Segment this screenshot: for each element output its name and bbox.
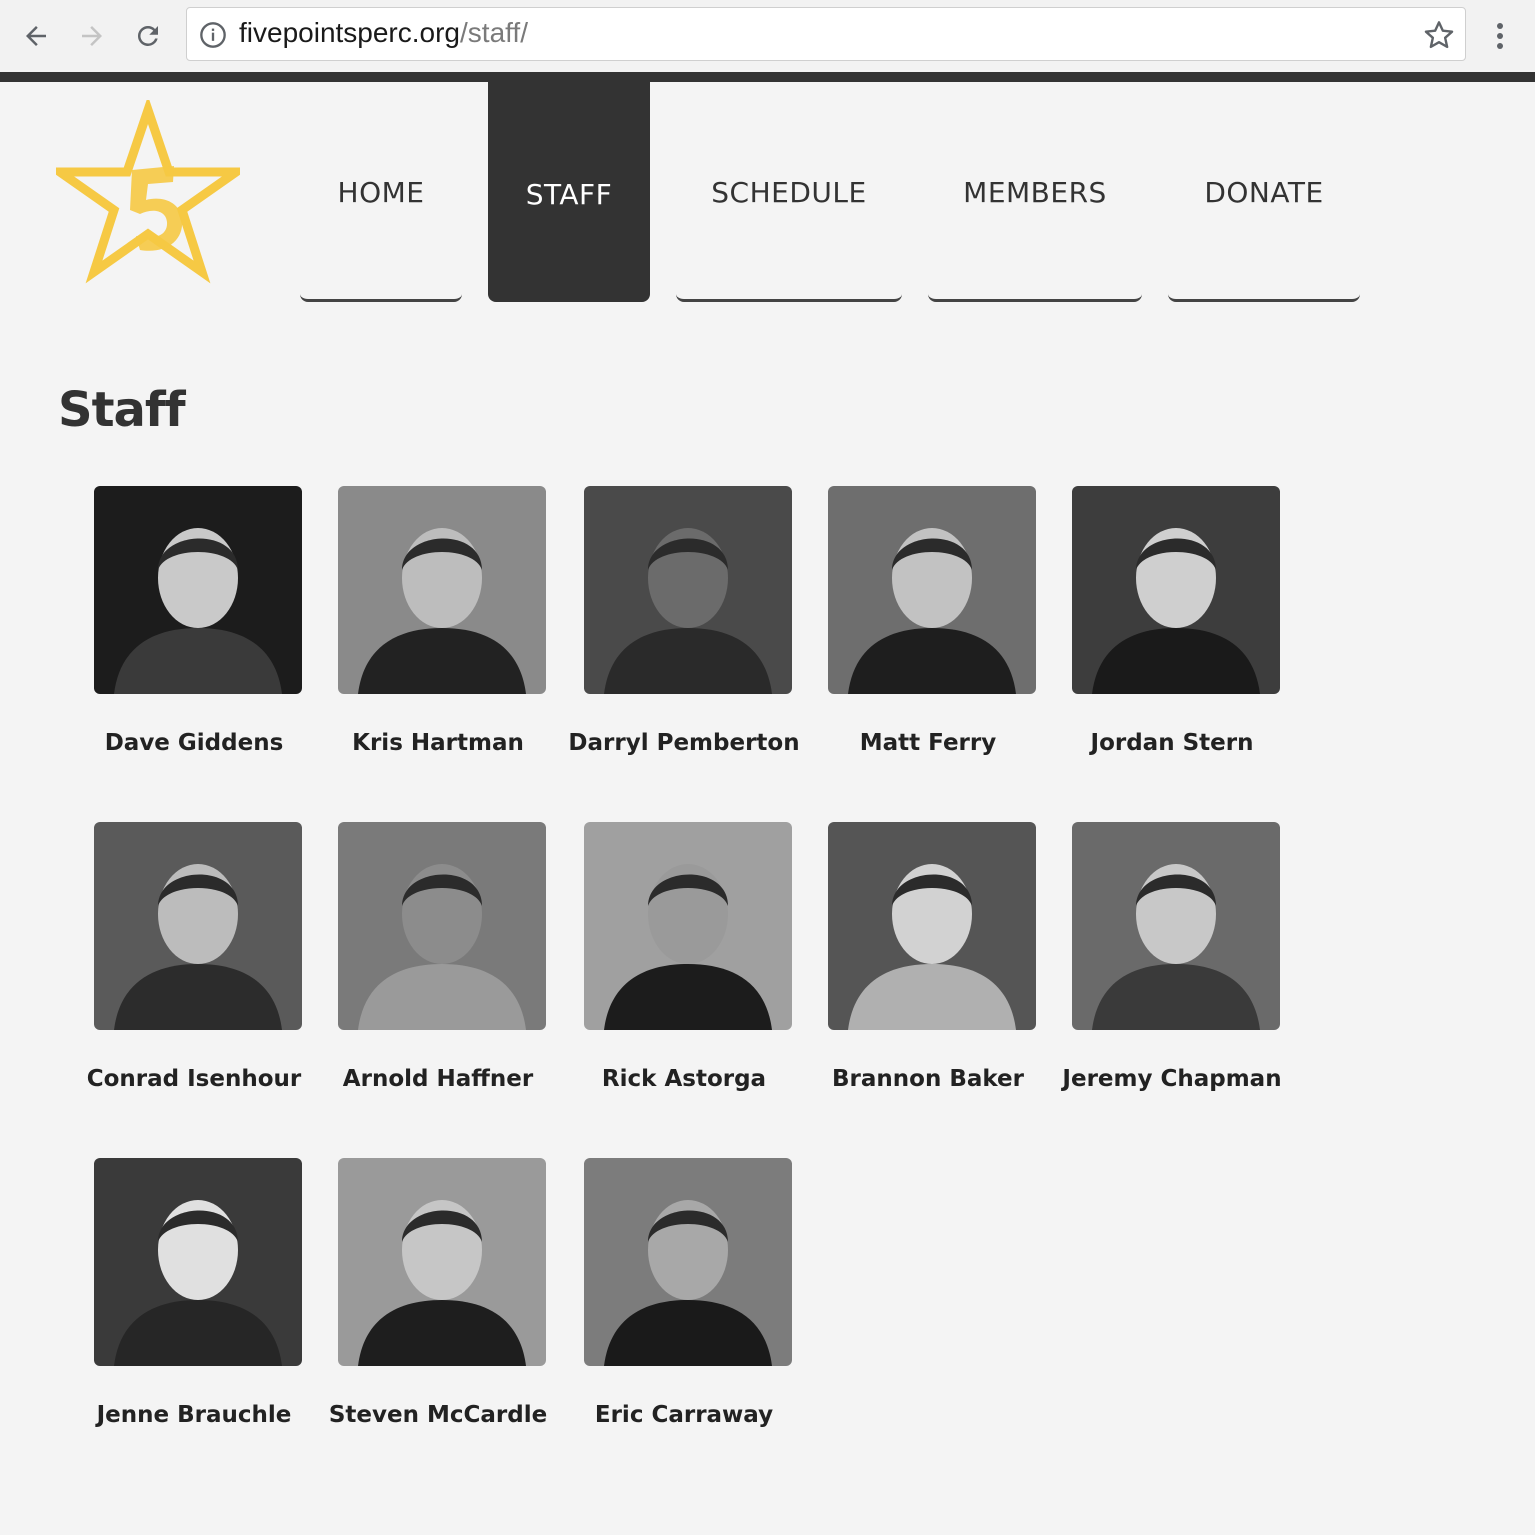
nav-home[interactable]: HOME (300, 82, 462, 302)
staff-card[interactable]: Darryl Pemberton (562, 486, 806, 786)
star-five-logo-icon (45, 95, 251, 284)
forward-arrow-icon (82, 26, 102, 46)
nav-staff-label: STAFF (525, 177, 613, 211)
address-bar[interactable]: fivepointsperc.org/staff/ (186, 7, 1466, 61)
top-bar (0, 72, 1535, 82)
portrait-image (584, 486, 792, 694)
portrait-image (94, 1158, 302, 1366)
staff-name[interactable]: Arnold Haffner (316, 1066, 560, 1092)
staff-photo[interactable] (338, 1158, 546, 1366)
reload-button[interactable] (126, 14, 170, 58)
reload-icon (137, 25, 158, 46)
staff-name[interactable]: Kris Hartman (316, 730, 560, 756)
site-logo[interactable] (45, 95, 251, 284)
staff-photo[interactable] (828, 486, 1036, 694)
staff-card[interactable]: Steven McCardle (316, 1158, 560, 1458)
nav-schedule[interactable]: SCHEDULE (676, 82, 902, 302)
staff-card[interactable]: Dave Giddens (72, 486, 316, 786)
url-path: /staff/ (460, 17, 528, 48)
staff-name[interactable]: Jenne Brauchle (72, 1402, 316, 1428)
portrait-image (338, 486, 546, 694)
nav-donate-label: DONATE (1204, 176, 1324, 209)
nav-members-label: MEMBERS (963, 176, 1107, 209)
portrait-image (338, 1158, 546, 1366)
url-text[interactable]: fivepointsperc.org/staff/ (239, 17, 528, 49)
staff-name[interactable]: Matt Ferry (806, 730, 1050, 756)
browser-toolbar: fivepointsperc.org/staff/ (0, 0, 1535, 72)
staff-photo[interactable] (1072, 486, 1280, 694)
staff-photo[interactable] (584, 822, 792, 1030)
staff-name[interactable]: Rick Astorga (562, 1066, 806, 1092)
staff-name[interactable]: Eric Carraway (562, 1402, 806, 1428)
staff-name[interactable]: Darryl Pemberton (562, 730, 806, 756)
staff-card[interactable]: Jordan Stern (1050, 486, 1294, 786)
staff-name[interactable]: Conrad Isenhour (72, 1066, 316, 1092)
portrait-image (584, 1158, 792, 1366)
staff-photo[interactable] (338, 486, 546, 694)
staff-card[interactable]: Conrad Isenhour (72, 822, 316, 1122)
portrait-image (828, 486, 1036, 694)
staff-card[interactable]: Brannon Baker (806, 822, 1050, 1122)
back-arrow-icon (26, 26, 46, 46)
portrait-image (584, 822, 792, 1030)
portrait-image (828, 822, 1036, 1030)
staff-name[interactable]: Steven McCardle (316, 1402, 560, 1428)
nav-staff[interactable]: STAFF (488, 82, 650, 302)
nav-members[interactable]: MEMBERS (928, 82, 1142, 302)
staff-card[interactable]: Kris Hartman (316, 486, 560, 786)
portrait-image (94, 822, 302, 1030)
nav-home-label: HOME (337, 176, 425, 209)
staff-photo[interactable] (584, 1158, 792, 1366)
portrait-image (94, 486, 302, 694)
staff-card[interactable]: Jenne Brauchle (72, 1158, 316, 1458)
nav-donate[interactable]: DONATE (1168, 82, 1360, 302)
staff-photo[interactable] (94, 1158, 302, 1366)
staff-name[interactable]: Brannon Baker (806, 1066, 1050, 1092)
nav-schedule-label: SCHEDULE (711, 176, 867, 209)
page-title: Staff (58, 382, 186, 438)
staff-photo[interactable] (94, 486, 302, 694)
staff-name[interactable]: Jordan Stern (1050, 730, 1294, 756)
forward-button[interactable] (70, 14, 114, 58)
bookmark-star-icon[interactable] (1423, 19, 1455, 51)
staff-card[interactable]: Jeremy Chapman (1050, 822, 1294, 1122)
staff-photo[interactable] (584, 486, 792, 694)
staff-card[interactable]: Rick Astorga (562, 822, 806, 1122)
staff-photo[interactable] (828, 822, 1036, 1030)
browser-menu-button[interactable] (1484, 14, 1516, 58)
back-button[interactable] (14, 14, 58, 58)
portrait-image (1072, 822, 1280, 1030)
staff-photo[interactable] (94, 822, 302, 1030)
staff-name[interactable]: Dave Giddens (72, 730, 316, 756)
staff-card[interactable]: Arnold Haffner (316, 822, 560, 1122)
staff-photo[interactable] (1072, 822, 1280, 1030)
portrait-image (1072, 486, 1280, 694)
staff-photo[interactable] (338, 822, 546, 1030)
staff-card[interactable]: Eric Carraway (562, 1158, 806, 1458)
more-vert-icon (1497, 23, 1503, 49)
staff-name[interactable]: Jeremy Chapman (1050, 1066, 1294, 1092)
staff-card[interactable]: Matt Ferry (806, 486, 1050, 786)
url-host: fivepointsperc.org (239, 17, 461, 48)
info-icon[interactable] (199, 21, 227, 49)
portrait-image (338, 822, 546, 1030)
